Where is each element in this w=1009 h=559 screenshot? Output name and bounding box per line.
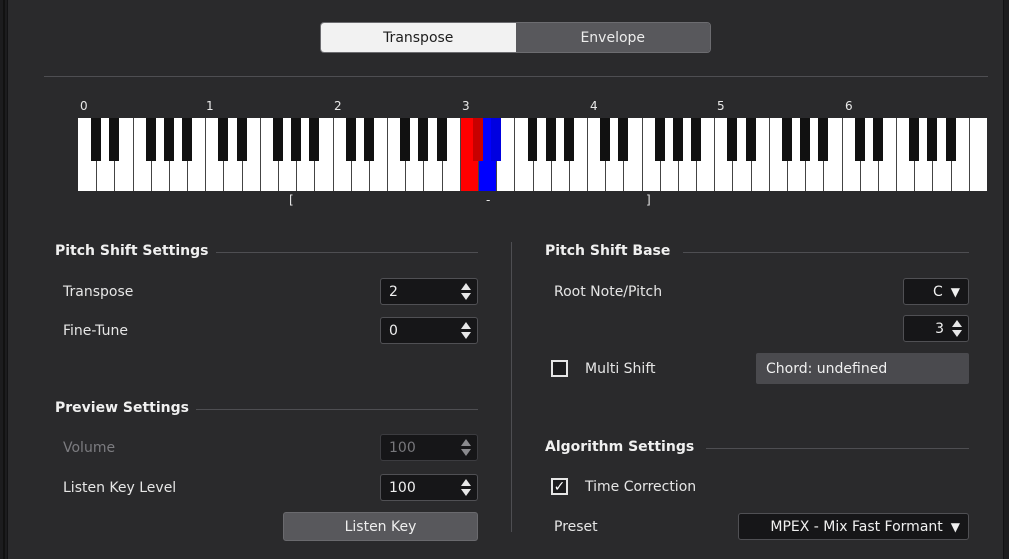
piano-black-key[interactable] — [145, 118, 156, 161]
piano-black-key[interactable] — [400, 118, 411, 161]
preset-dropdown[interactable]: MPEX - Mix Fast Formant ▼ — [738, 513, 969, 540]
piano-black-key[interactable] — [491, 118, 502, 161]
stepper-arrows-icon[interactable] — [461, 439, 471, 456]
chevron-down-icon: ▼ — [950, 284, 960, 299]
piano-black-key[interactable] — [818, 118, 829, 161]
octave-label-6: 6 — [845, 99, 853, 113]
tab-bar: Transpose Envelope — [320, 22, 711, 53]
piano-black-key[interactable] — [600, 118, 611, 161]
stepper-arrows-icon[interactable] — [461, 479, 471, 496]
root-note-dropdown[interactable]: C ▼ — [903, 278, 969, 305]
root-note-value: C — [932, 283, 943, 300]
listen-key-level-stepper[interactable]: 100 — [380, 474, 478, 501]
pitch-shift-settings-divider — [216, 252, 478, 253]
piano-black-key[interactable] — [236, 118, 247, 161]
checkmark-icon: ✓ — [553, 478, 566, 495]
pitch-shift-base-title: Pitch Shift Base — [545, 243, 671, 259]
multi-shift-checkbox[interactable] — [551, 360, 568, 377]
transpose-value: 2 — [389, 283, 398, 300]
piano-black-key[interactable] — [563, 118, 574, 161]
range-end-marker: ] — [646, 193, 651, 207]
piano-black-key[interactable] — [927, 118, 938, 161]
algorithm-settings-divider — [706, 448, 969, 449]
octave-label-5: 5 — [717, 99, 725, 113]
piano-black-key[interactable] — [363, 118, 374, 161]
preset-label: Preset — [554, 519, 598, 535]
piano-black-key[interactable] — [91, 118, 102, 161]
window-left-frame — [0, 0, 8, 559]
piano-black-key[interactable] — [418, 118, 429, 161]
piano-black-key[interactable] — [545, 118, 556, 161]
root-octave-stepper[interactable]: 3 — [903, 315, 969, 342]
stepper-arrows-icon[interactable] — [461, 322, 471, 339]
volume-value: 100 — [389, 439, 416, 456]
piano-black-key[interactable] — [745, 118, 756, 161]
piano-black-key[interactable] — [527, 118, 538, 161]
header-divider — [44, 76, 988, 77]
piano-black-key[interactable] — [218, 118, 229, 161]
piano-black-key[interactable] — [727, 118, 738, 161]
piano-black-key[interactable] — [291, 118, 302, 161]
volume-label: Volume — [63, 440, 116, 456]
listen-key-level-value: 100 — [389, 479, 416, 496]
piano-black-key[interactable] — [945, 118, 956, 161]
piano-black-key[interactable] — [800, 118, 811, 161]
piano-white-key[interactable] — [968, 118, 987, 191]
finetune-value: 0 — [389, 322, 398, 339]
piano-black-key[interactable] — [854, 118, 865, 161]
preview-settings-title: Preview Settings — [55, 400, 189, 416]
piano-black-key[interactable] — [654, 118, 665, 161]
piano-black-key[interactable] — [618, 118, 629, 161]
piano-black-key[interactable] — [872, 118, 883, 161]
transpose-label: Transpose — [63, 284, 134, 300]
column-divider — [511, 242, 512, 532]
piano-black-key[interactable] — [472, 118, 483, 161]
pitch-shift-base-divider — [683, 252, 969, 253]
octave-label-1: 1 — [206, 99, 214, 113]
piano-black-key[interactable] — [309, 118, 320, 161]
stepper-arrows-icon[interactable] — [461, 283, 471, 300]
stepper-arrows-icon[interactable] — [952, 320, 962, 337]
piano-black-key[interactable] — [182, 118, 193, 161]
time-correction-label: Time Correction — [585, 479, 697, 495]
listen-key-level-label: Listen Key Level — [63, 480, 177, 496]
root-marker: - — [486, 193, 491, 207]
range-start-marker: [ — [289, 193, 294, 207]
piano-black-key[interactable] — [345, 118, 356, 161]
piano-keyboard[interactable] — [78, 118, 987, 191]
piano-black-key[interactable] — [109, 118, 120, 161]
tab-transpose[interactable]: Transpose — [321, 23, 516, 52]
octave-label-2: 2 — [334, 99, 342, 113]
time-correction-checkbox[interactable]: ✓ — [551, 478, 568, 495]
octave-label-4: 4 — [590, 99, 598, 113]
piano-black-key[interactable] — [782, 118, 792, 161]
algorithm-settings-title: Algorithm Settings — [545, 439, 695, 455]
piano-black-key[interactable] — [909, 118, 920, 161]
octave-label-0: 0 — [80, 99, 88, 113]
chord-display: Chord: undefined — [756, 353, 969, 384]
octave-label-3: 3 — [462, 99, 470, 113]
piano-black-key[interactable] — [691, 118, 702, 161]
finetune-stepper[interactable]: 0 — [380, 317, 478, 344]
window-right-frame — [1003, 0, 1009, 559]
root-note-label: Root Note/Pitch — [554, 284, 663, 300]
transpose-stepper[interactable]: 2 — [380, 278, 478, 305]
pitch-shift-settings-title: Pitch Shift Settings — [55, 243, 209, 259]
listen-key-button[interactable]: Listen Key — [283, 512, 478, 541]
chevron-down-icon: ▼ — [950, 519, 960, 534]
finetune-label: Fine-Tune — [63, 323, 128, 339]
tab-envelope[interactable]: Envelope — [515, 23, 710, 52]
piano-black-key[interactable] — [163, 118, 174, 161]
piano-black-key[interactable] — [672, 118, 683, 161]
multi-shift-label: Multi Shift — [585, 361, 656, 377]
preset-value: MPEX - Mix Fast Formant — [770, 518, 943, 535]
preview-settings-divider — [196, 409, 478, 410]
volume-stepper[interactable]: 100 — [380, 434, 478, 461]
root-octave-value: 3 — [935, 320, 944, 337]
piano-black-key[interactable] — [436, 118, 447, 161]
piano-black-key[interactable] — [272, 118, 283, 161]
